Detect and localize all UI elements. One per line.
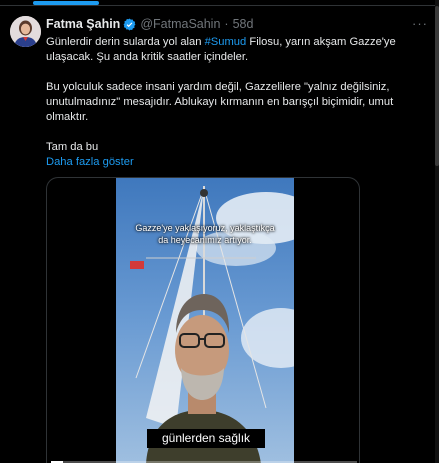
video-media[interactable]: Gazze'ye yaklaşıyoruz, yaklaştıkça da he… — [46, 177, 360, 463]
tweet-text: Günlerdir derin sularda yol alan #Sumud … — [46, 35, 430, 170]
video-subtitle: günlerden sağlık — [147, 429, 265, 448]
separator-dot: · — [224, 17, 229, 31]
hashtag-link[interactable]: #Sumud — [205, 36, 247, 48]
verified-badge-icon — [123, 18, 136, 31]
author-handle[interactable]: @FatmaSahin — [140, 17, 220, 32]
video-scene — [116, 178, 294, 463]
video-frame[interactable]: Gazze'ye yaklaşıyoruz, yaklaştıkça da he… — [116, 178, 294, 463]
tweet-paragraph-3: Tam da bu — [46, 141, 99, 153]
tweet-paragraph-2: Bu yolculuk sadece insani yardım değil, … — [46, 81, 394, 123]
scrollbar[interactable] — [435, 0, 439, 463]
author-name[interactable]: Fatma Şahin — [46, 17, 120, 32]
video-caption-top: Gazze'ye yaklaşıyoruz, yaklaştıkça da he… — [135, 223, 275, 245]
more-icon[interactable]: ··· — [412, 16, 428, 31]
scrollbar-thumb[interactable] — [435, 6, 439, 166]
tweet-paragraph-1: Günlerdir derin sularda yol alan #Sumud … — [46, 35, 430, 65]
avatar[interactable] — [10, 16, 41, 47]
show-more-link[interactable]: Daha fazla göster — [46, 155, 134, 170]
text-segment: Günlerdir derin sularda yol alan — [46, 36, 205, 48]
divider — [0, 5, 439, 6]
tweet-header: Fatma Şahin @FatmaSahin · 58d — [46, 17, 253, 32]
tweet-timestamp[interactable]: 58d — [233, 17, 254, 32]
